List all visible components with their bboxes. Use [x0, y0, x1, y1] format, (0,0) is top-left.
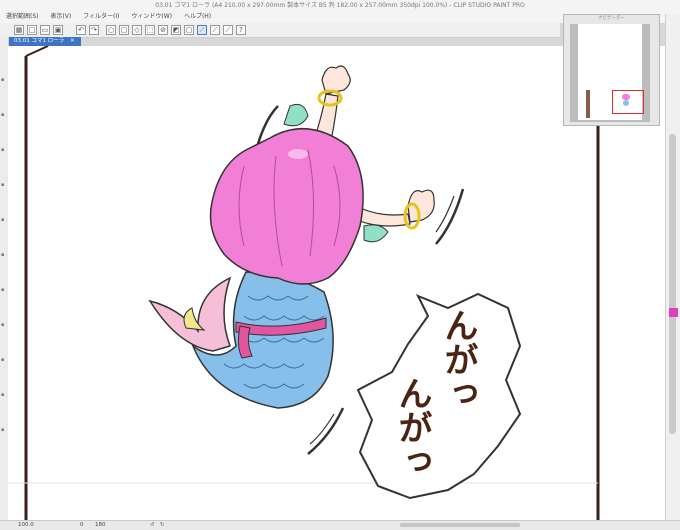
menu-help[interactable]: ヘルプ(H) — [184, 13, 211, 20]
snap-ruler-icon[interactable]: ⟋ — [197, 25, 207, 35]
lock-icon[interactable]: ▪ — [1, 392, 6, 398]
save-icon[interactable]: ▣ — [53, 25, 63, 35]
horizontal-scrollbar[interactable] — [400, 523, 520, 527]
undo-icon[interactable]: ↶ — [76, 25, 86, 35]
lock-icon[interactable]: ▪ — [1, 322, 6, 328]
lock-icon[interactable]: ▪ — [1, 427, 6, 433]
transform-icon[interactable]: ⬚ — [145, 25, 155, 35]
mermaid-illustration — [148, 65, 435, 409]
command-bar: ▦ □ ▭ ▣ ↶ ↷ ○ ▢ ◇ ⬚ ⊘ ◩ ▢ ⟋ ⟋ ⟋ ? — [0, 23, 560, 38]
navigator-view-frame[interactable] — [612, 90, 644, 114]
lock-icon[interactable]: ▪ — [1, 77, 6, 83]
lock-icon[interactable]: ▪ — [1, 182, 6, 188]
speech-text-1: んがっ — [438, 308, 478, 410]
color-swatch[interactable] — [669, 308, 678, 317]
lock-icon[interactable]: ▪ — [1, 357, 6, 363]
lock-icon[interactable]: ▪ — [1, 147, 6, 153]
fill-icon[interactable]: ◇ — [132, 25, 142, 35]
clear-outside-icon[interactable]: ▢ — [119, 25, 129, 35]
snap-special-ruler-icon[interactable]: ⟋ — [210, 25, 220, 35]
lock-icon[interactable]: ▪ — [1, 217, 6, 223]
help-icon[interactable]: ? — [236, 25, 246, 35]
open-folder-icon[interactable]: ▭ — [40, 25, 50, 35]
menu-select[interactable]: 選択範囲(S) — [6, 13, 39, 20]
menu-filter[interactable]: フィルター(I) — [83, 13, 119, 20]
deselect-icon[interactable]: ⊘ — [158, 25, 168, 35]
show-selection-icon[interactable]: ▢ — [184, 25, 194, 35]
navigator-panel: ナビゲーター — [563, 14, 660, 126]
menu-window[interactable]: ウィンドウ(W) — [131, 13, 172, 20]
new-file-icon[interactable]: ▦ — [14, 25, 24, 35]
close-icon[interactable]: ✕ — [70, 38, 75, 44]
redo-icon[interactable]: ↷ — [89, 25, 99, 35]
lock-icon[interactable]: ▪ — [1, 112, 6, 118]
hand-right — [407, 189, 435, 223]
navigator-title: ナビゲーター — [598, 16, 625, 21]
hand-upper — [321, 65, 351, 95]
lock-icon[interactable]: ▪ — [1, 287, 6, 293]
window-title: 03.01 コマ1 ローラ (A4 210.00 x 297.00mm 製本サイ… — [0, 0, 680, 11]
menu-view[interactable]: 表示(V) — [50, 13, 71, 20]
motion-line — [435, 188, 465, 245]
right-panel-edge — [665, 14, 680, 520]
navigator-preview[interactable] — [570, 24, 650, 122]
speech-bubble: んがっ んがっ — [356, 292, 522, 500]
snap-grid-icon[interactable]: ⟋ — [223, 25, 233, 35]
canvas-tab[interactable]: 03.01 コマ1 ローラ ✕ — [8, 37, 81, 46]
invert-selection-icon[interactable]: ◩ — [171, 25, 181, 35]
new-canvas-icon[interactable]: □ — [27, 25, 37, 35]
speech-text-2: んがっ — [392, 376, 432, 478]
motion-line — [307, 407, 345, 455]
lock-icon[interactable]: ▪ — [1, 252, 6, 258]
vertical-scrollbar[interactable] — [669, 134, 676, 434]
clear-icon[interactable]: ○ — [106, 25, 116, 35]
